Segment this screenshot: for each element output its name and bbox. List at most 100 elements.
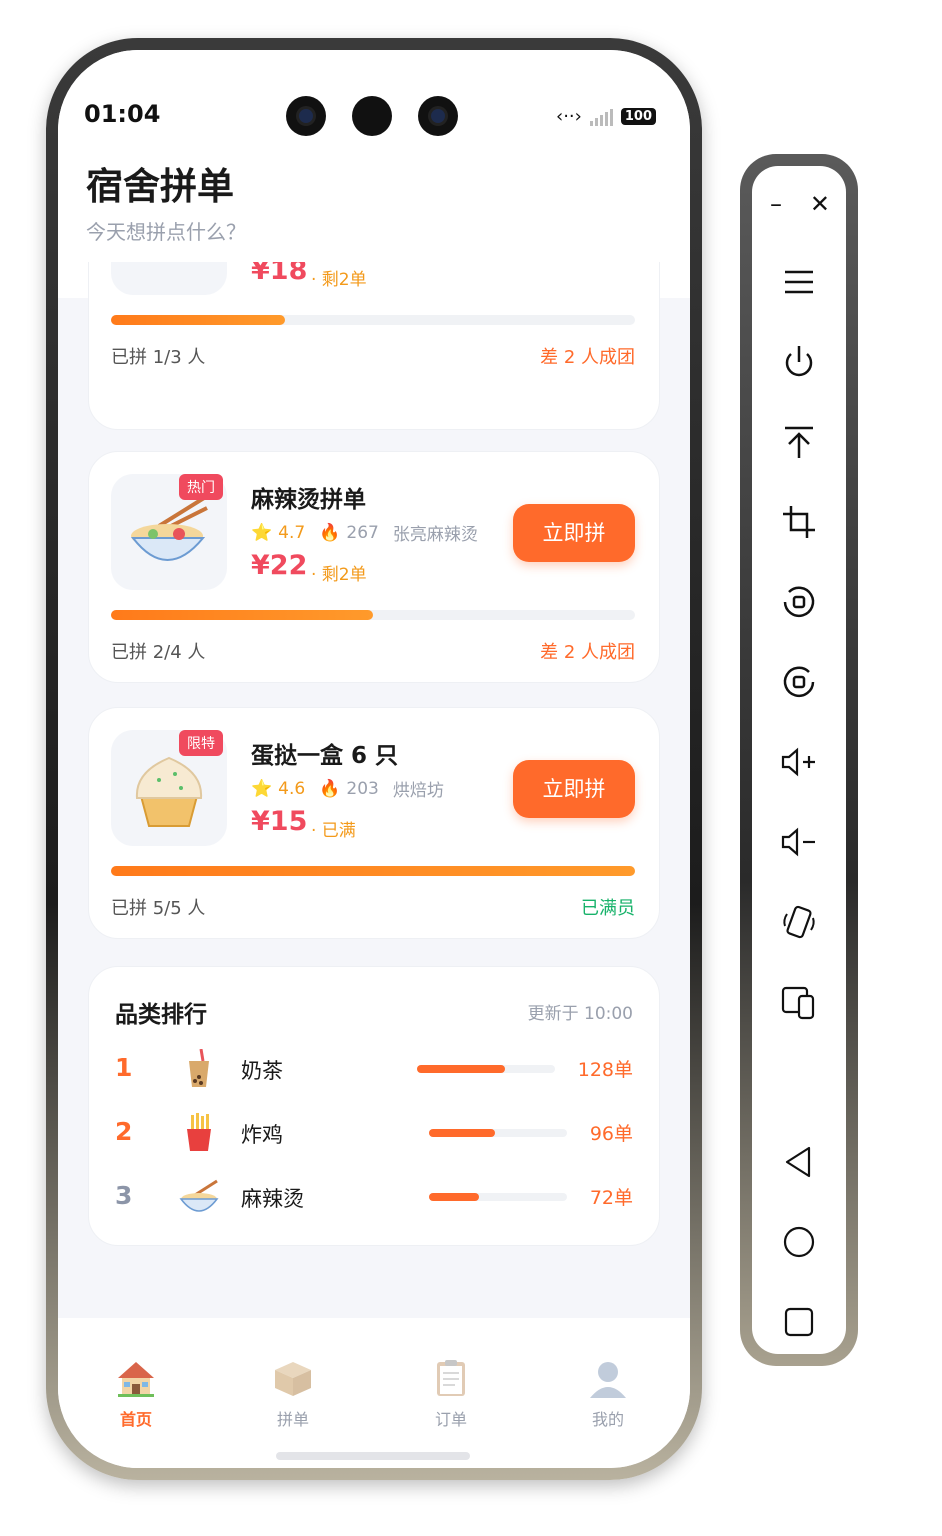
camera-icon	[418, 96, 458, 136]
join-button[interactable]: 立即拼	[513, 504, 635, 562]
home-icon[interactable]	[779, 1222, 819, 1262]
product-thumb	[111, 262, 227, 295]
joined-count: 已拼 1/3 人	[111, 347, 206, 368]
page-subtitle: 今天想拼点什么？	[86, 220, 246, 244]
minimize-icon[interactable]: –	[770, 190, 782, 218]
pin-top-icon[interactable]	[779, 422, 819, 462]
sold-count: 203	[346, 778, 379, 799]
fries-icon	[187, 1113, 211, 1151]
tab-profile[interactable]: 我的	[558, 1358, 658, 1430]
rating: 4.6	[278, 778, 306, 799]
rotate-left-icon[interactable]	[779, 582, 819, 622]
camera-icon	[286, 96, 326, 136]
order-count: 72单	[589, 1187, 633, 1209]
product-meta: ⭐ 4.6 🔥 203 烘焙坊	[251, 776, 444, 802]
tab-group-order[interactable]: 拼单	[243, 1358, 343, 1430]
group-order-card[interactable]: ¥18 · 剩2单 已拼 1/3 人 差 2 人成团	[88, 262, 660, 430]
device-switch-icon[interactable]	[779, 982, 819, 1022]
emulator-toolbar: – ✕	[740, 154, 858, 1366]
remain-count: · 已满	[311, 821, 356, 841]
product-name: 麻辣烫拼单	[251, 487, 366, 513]
scroll-content[interactable]: ¥18 · 剩2单 已拼 1/3 人 差 2 人成团 热门 麻辣烫拼单 ⭐ 4.…	[58, 262, 690, 1318]
phone-screen: 01:04 ‹··› 100 宿舍拼单 今天想拼点什么？ ¥18 · 剩2单 已…	[58, 50, 690, 1468]
status-bar: 01:04 ‹··› 100	[58, 50, 690, 160]
category-name: 麻辣烫	[241, 1187, 304, 1211]
recents-icon[interactable]	[779, 1302, 819, 1342]
star-icon: ⭐	[251, 778, 273, 799]
rank-bar	[429, 1193, 567, 1201]
volume-down-icon[interactable]	[779, 822, 819, 862]
ranking-title: 品类排行	[115, 1002, 207, 1028]
data-transfer-icon: ‹··›	[556, 106, 582, 127]
tab-orders[interactable]: 订单	[401, 1358, 501, 1430]
product-meta: ⭐ 4.7 🔥 267 张亮麻辣烫	[251, 520, 478, 546]
back-icon[interactable]	[779, 1142, 819, 1182]
toolbar-panel: – ✕	[752, 166, 846, 1354]
joined-count: 已拼 5/5 人	[111, 898, 206, 919]
rank-number: 1	[115, 1053, 133, 1082]
noodle-bowl-icon	[130, 496, 208, 561]
progress-bar	[111, 610, 635, 620]
group-order-card[interactable]: 热门 麻辣烫拼单 ⭐ 4.7 🔥 267 张亮麻辣烫 ¥22 · 剩2单 立即拼…	[88, 451, 660, 683]
tab-label: 拼单	[276, 1410, 309, 1429]
volume-up-icon[interactable]	[779, 742, 819, 782]
ranking-row[interactable]: 3 麻辣烫 72单	[115, 1177, 633, 1217]
joined-count: 已拼 2/4 人	[111, 642, 206, 663]
package-icon	[275, 1362, 311, 1396]
join-button[interactable]: 立即拼	[513, 760, 635, 818]
price: ¥15	[251, 806, 308, 837]
group-status: 差 2 人成团	[540, 347, 635, 368]
rank-bar	[429, 1129, 567, 1137]
remain-count: · 剩2单	[311, 565, 367, 585]
group-status: 已满员	[581, 898, 635, 919]
crop-icon[interactable]	[779, 502, 819, 542]
tab-label: 首页	[119, 1410, 152, 1429]
power-icon[interactable]	[779, 342, 819, 382]
progress-bar	[111, 866, 635, 876]
bottom-tab-bar: 首页 拼单 订单 我的	[58, 1318, 690, 1468]
noodle-bowl-icon	[179, 1179, 219, 1212]
remain-count: · 剩2单	[311, 270, 367, 290]
page-title: 宿舍拼单	[86, 165, 234, 208]
fire-icon: 🔥	[319, 778, 341, 799]
progress-bar	[111, 315, 635, 325]
fire-icon: 🔥	[319, 522, 341, 543]
battery-icon: 100	[620, 108, 656, 125]
tab-label: 我的	[591, 1410, 624, 1429]
menu-icon[interactable]	[779, 262, 819, 302]
group-status: 差 2 人成团	[540, 642, 635, 663]
close-icon[interactable]: ✕	[810, 190, 830, 218]
order-count: 96单	[589, 1123, 633, 1145]
category-ranking: 品类排行 更新于 10:00 1 奶茶 128单 2 炸鸡 96单 3 麻辣烫 …	[88, 966, 660, 1246]
clipboard-icon	[437, 1360, 465, 1396]
home-indicator[interactable]	[276, 1452, 470, 1460]
price: ¥18	[251, 262, 308, 286]
category-name: 炸鸡	[241, 1123, 283, 1147]
ranking-updated: 更新于 10:00	[527, 1004, 633, 1024]
status-icons: ‹··› 100	[556, 106, 656, 127]
shop-name: 烘焙坊	[392, 781, 444, 801]
shop-name: 张亮麻辣烫	[392, 525, 478, 545]
order-count: 128单	[577, 1059, 633, 1081]
shake-icon[interactable]	[779, 902, 819, 942]
product-thumb: 热门	[111, 474, 227, 590]
rank-bar	[417, 1065, 555, 1073]
hot-tag: 热门	[179, 474, 223, 500]
phone-frame: 01:04 ‹··› 100 宿舍拼单 今天想拼点什么？ ¥18 · 剩2单 已…	[46, 38, 702, 1480]
tab-label: 订单	[434, 1410, 467, 1429]
star-icon: ⭐	[251, 522, 273, 543]
sold-count: 267	[346, 522, 379, 543]
ranking-row[interactable]: 1 奶茶 128单	[115, 1049, 633, 1089]
cupcake-icon	[135, 756, 203, 827]
window-controls: – ✕	[770, 190, 830, 218]
ranking-row[interactable]: 2 炸鸡 96单	[115, 1113, 633, 1153]
rank-number: 3	[115, 1181, 133, 1210]
rating: 4.7	[278, 522, 306, 543]
rotate-right-icon[interactable]	[779, 662, 819, 702]
camera-icon	[352, 96, 392, 136]
price: ¥22	[251, 550, 308, 581]
user-icon	[590, 1362, 626, 1398]
tab-home[interactable]: 首页	[86, 1358, 186, 1430]
group-order-card[interactable]: 限特 蛋挞一盒 6 只 ⭐ 4.6 🔥 203 烘焙坊 ¥15 · 已满 立即拼…	[88, 707, 660, 939]
rank-number: 2	[115, 1117, 133, 1146]
